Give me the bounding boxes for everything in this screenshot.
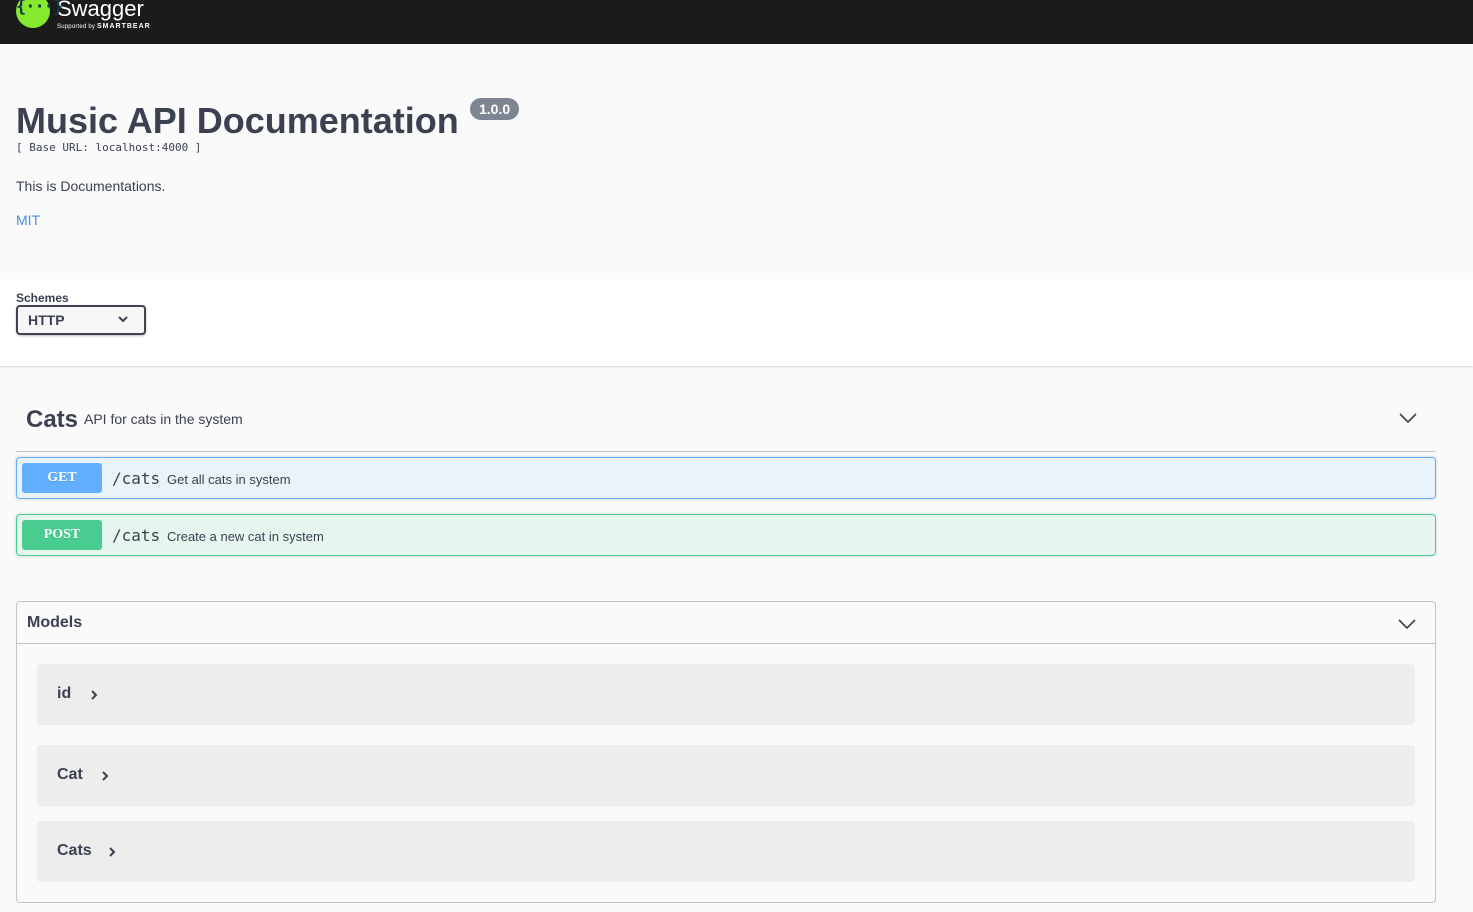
- operation-path: /cats: [112, 469, 161, 488]
- model-item-id[interactable]: id: [37, 664, 1415, 725]
- tag-description: API for cats in the system: [84, 411, 243, 427]
- models-header[interactable]: Models: [17, 602, 1435, 644]
- chevron-down-icon[interactable]: [1397, 614, 1417, 634]
- chevron-down-icon: [118, 316, 128, 323]
- operation-summary: Get all cats in system: [167, 472, 291, 487]
- supported-by-text: Supported by: [57, 24, 96, 30]
- chevron-right-icon: [109, 847, 116, 857]
- api-description: This is Documentations.: [16, 178, 166, 194]
- schemes-select[interactable]: HTTP: [16, 305, 146, 335]
- license-link[interactable]: MIT: [16, 212, 40, 228]
- schemes-selected-value: HTTP: [28, 312, 65, 328]
- tag-name: Cats: [26, 406, 79, 433]
- swagger-logo-glyph: {···}: [16, 0, 63, 17]
- models-section: Models id Cat Cats: [16, 601, 1436, 903]
- version-badge: 1.0.0: [470, 98, 520, 120]
- operation-summary: Create a new cat in system: [167, 529, 324, 544]
- swagger-logo[interactable]: {···} Swagger Supported by SMARTBEAR: [16, 0, 151, 30]
- operation-post-cats[interactable]: POST /cats Create a new cat in system: [16, 514, 1436, 556]
- swagger-logo-text: Swagger Supported by SMARTBEAR: [57, 0, 151, 30]
- models-title: Models: [27, 614, 83, 631]
- method-badge-post: POST: [22, 520, 102, 550]
- tag-header-cats[interactable]: Cats API for cats in the system: [16, 396, 1436, 452]
- swagger-logo-subtitle: Supported by SMARTBEAR: [57, 23, 151, 30]
- schemes-label: Schemes: [16, 291, 69, 305]
- topbar: {···} Swagger Supported by SMARTBEAR: [0, 0, 1473, 44]
- model-item-cat[interactable]: Cat: [37, 745, 1415, 806]
- api-title: Music API Documentation: [16, 100, 459, 141]
- method-badge-get: GET: [22, 463, 102, 493]
- chevron-right-icon: [102, 771, 109, 781]
- model-name: id: [57, 685, 72, 702]
- api-info-section: Music API Documentation 1.0.0 [ Base URL…: [0, 44, 1473, 279]
- swagger-logo-icon: {···}: [16, 0, 63, 28]
- model-name: Cats: [57, 842, 92, 859]
- chevron-down-icon[interactable]: [1398, 408, 1418, 428]
- scheme-container: Schemes HTTP: [0, 279, 1473, 366]
- base-url: [ Base URL: localhost:4000 ]: [16, 141, 202, 154]
- chevron-right-icon: [91, 690, 98, 700]
- operation-path: /cats: [112, 526, 161, 545]
- operation-get-cats[interactable]: GET /cats Get all cats in system: [16, 457, 1436, 499]
- swagger-logo-name: Swagger: [57, 0, 144, 21]
- smartbear-text: SMARTBEAR: [96, 23, 151, 30]
- model-name: Cat: [57, 766, 83, 783]
- model-item-cats[interactable]: Cats: [37, 821, 1415, 882]
